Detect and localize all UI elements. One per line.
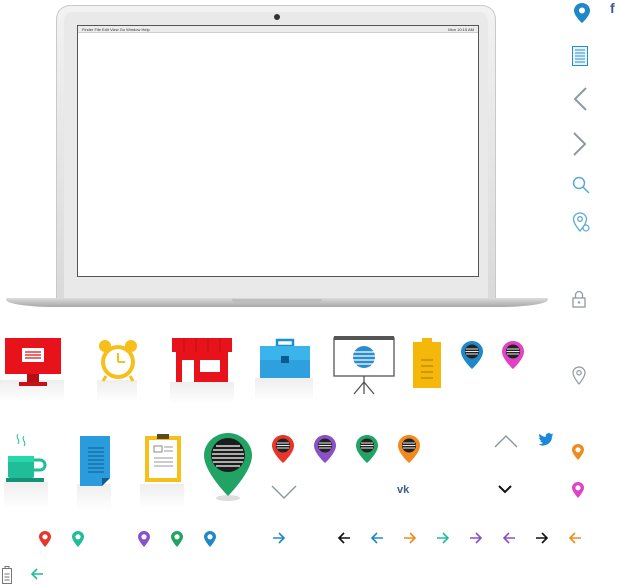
mac-menubar: Finder File Edit View Go Window Help Mon… — [78, 26, 478, 33]
orange-speaker-pin-icon — [398, 435, 420, 463]
arrow-left-black-icon[interactable] — [337, 532, 351, 544]
teal-pin-icon — [72, 531, 84, 547]
briefcase-shadow — [255, 378, 313, 402]
laptop-screen: Finder File Edit View Go Window Help Mon… — [77, 25, 479, 277]
blue-pin-icon — [204, 531, 216, 547]
chevron-right-icon[interactable] — [572, 131, 588, 157]
clipboard-icon — [145, 434, 181, 482]
green-pin-icon — [171, 531, 183, 547]
monitor-icon — [5, 338, 61, 386]
presentation-board-icon — [333, 336, 395, 395]
store-shadow — [170, 382, 234, 404]
chevron-down-icon[interactable] — [271, 485, 297, 500]
chevron-up-icon[interactable] — [494, 434, 518, 448]
battery-outline-icon — [2, 566, 12, 584]
facebook-icon[interactable]: f — [610, 0, 615, 16]
laptop-notch — [232, 299, 322, 303]
coffee-cup-icon — [6, 433, 47, 482]
vk-icon[interactable]: vk — [397, 484, 409, 496]
coffee-cup-shadow — [4, 482, 48, 508]
arrow-left-teal-icon[interactable] — [30, 568, 44, 580]
arrow-left-orange-icon[interactable] — [568, 532, 582, 544]
blue-speaker-pin-icon — [461, 341, 483, 369]
store-icon — [172, 338, 232, 382]
alarm-clock-shadow — [97, 380, 137, 402]
arrow-left-blue-icon[interactable] — [370, 532, 384, 544]
red-speaker-pin-icon — [272, 435, 294, 463]
webcam-icon — [274, 14, 280, 20]
battery-icon — [413, 338, 441, 388]
briefcase-icon — [260, 338, 310, 378]
document-shadow — [77, 484, 111, 510]
arrow-right-purple-icon[interactable] — [469, 532, 483, 544]
menubar-items: Finder File Edit View Go Window Help — [82, 26, 150, 32]
arrow-left-purple-icon[interactable] — [502, 532, 516, 544]
chevron-left-icon[interactable] — [572, 86, 588, 112]
magenta-speaker-pin-icon — [502, 341, 524, 369]
chevron-down-small-icon[interactable] — [498, 485, 512, 494]
large-green-speaker-pin-icon — [204, 433, 252, 501]
arrow-right-blue-icon[interactable] — [272, 532, 286, 544]
location-pin-icon — [572, 212, 590, 232]
menubar-clock: Mon 10:15 AM — [448, 26, 474, 32]
red-pin-icon — [39, 531, 51, 547]
search-icon[interactable] — [572, 176, 590, 194]
purple-pin-icon — [138, 531, 150, 547]
blue-document-icon — [80, 436, 110, 486]
location-pin-outline-icon — [572, 366, 586, 385]
purple-speaker-pin-icon — [314, 435, 336, 463]
clipboard-shadow — [140, 484, 184, 508]
green-speaker-pin-icon — [356, 435, 378, 463]
arrow-right-black-icon[interactable] — [535, 532, 549, 544]
map-pin-icon — [574, 3, 590, 23]
orange-pin-icon — [572, 444, 584, 460]
alarm-clock-icon — [99, 340, 137, 382]
arrow-right-teal-icon[interactable] — [436, 532, 450, 544]
document-icon — [572, 46, 588, 66]
arrow-right-orange-icon[interactable] — [403, 532, 417, 544]
twitter-icon[interactable] — [538, 433, 554, 446]
magenta-pin-icon — [572, 482, 584, 498]
lock-icon — [572, 290, 586, 308]
